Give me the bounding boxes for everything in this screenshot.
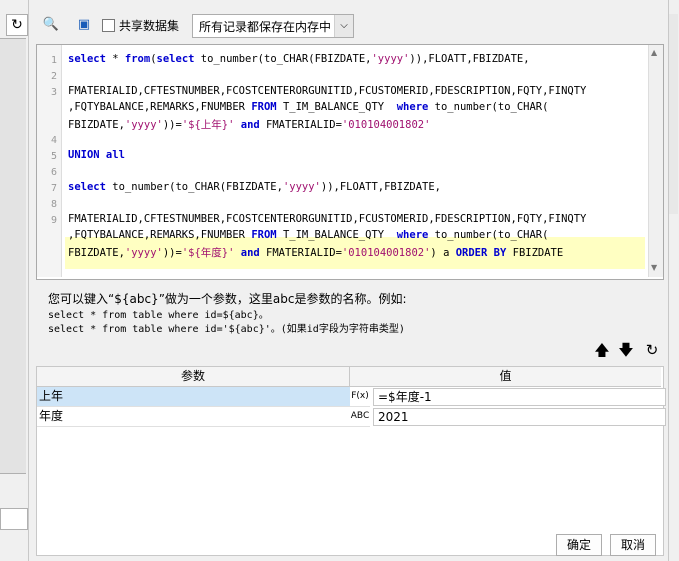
cache-mode-value: 所有记录都保存在内存中 <box>199 20 332 34</box>
dataset-list[interactable] <box>0 38 26 474</box>
line-number: 8 <box>50 199 57 210</box>
code-line-3b: ,FQTYBALANCE,REMARKS,FNUMBER FROM T_IM_B… <box>68 101 549 113</box>
code-line-7: select to_number(to_CHAR(FBIZDATE,'yyyy'… <box>68 181 441 193</box>
text-type-icon[interactable]: ABC <box>350 407 370 427</box>
code-line-1: select * from(select to_number(to_CHAR(F… <box>68 53 530 65</box>
line-number: 5 <box>50 151 57 162</box>
code-line-9c: FBIZDATE,'yyyy'))='${年度}' and FMATERIALI… <box>68 247 564 259</box>
cancel-button[interactable]: 取消 <box>610 534 656 556</box>
arrow-up-icon[interactable]: 🡅 <box>593 340 611 360</box>
scroll-up-icon[interactable]: ▲ <box>651 48 657 57</box>
column-header-value: 值 <box>350 367 661 387</box>
code-line-5: UNION all <box>68 149 125 161</box>
line-number: 3 <box>50 87 57 98</box>
table-row[interactable]: 年度 ABC 2021 <box>37 407 666 427</box>
hint-line-3: select * from table where id='${abc}'。(如… <box>48 324 405 335</box>
code-line-3c: FBIZDATE,'yyyy'))='${上年}' and FMATERIALI… <box>68 119 431 131</box>
line-number: 4 <box>50 135 57 146</box>
column-header-param: 参数 <box>37 367 350 387</box>
ok-button[interactable]: 确定 <box>556 534 602 556</box>
outer-scrollbar[interactable] <box>669 14 678 214</box>
line-number: 6 <box>50 167 57 178</box>
chevron-down-icon[interactable]: ⌵ <box>334 15 353 37</box>
formula-icon[interactable]: F(x) <box>350 387 370 407</box>
share-dataset-label: 共享数据集 <box>119 19 180 33</box>
editor-scrollbar[interactable]: ▲ ▼ <box>648 45 663 277</box>
print-preview-icon[interactable]: 🔍 <box>42 16 60 34</box>
code-line-9b: ,FQTYBALANCE,REMARKS,FNUMBER FROM T_IM_B… <box>68 229 549 241</box>
left-bottom-field[interactable] <box>0 508 28 530</box>
hint-line-2: select * from table where id=${abc}。 <box>48 310 269 321</box>
param-name-cell[interactable]: 上年 <box>37 387 351 407</box>
line-number: 7 <box>50 183 57 194</box>
line-number: 2 <box>50 71 57 82</box>
line-number: 9 <box>50 215 57 226</box>
param-value-input[interactable]: =$年度-1 <box>373 388 666 406</box>
share-dataset-checkbox[interactable] <box>102 19 115 32</box>
refresh-icon[interactable]: ↻ <box>643 340 661 360</box>
refresh-icon[interactable]: ↻ <box>6 14 28 36</box>
code-line-9a: FMATERIALID,CFTESTNUMBER,FCOSTCENTERORGU… <box>68 213 587 225</box>
scroll-down-icon[interactable]: ▼ <box>651 263 657 272</box>
hint-line-1: 您可以键入“${abc}”做为一个参数，这里abc是参数的名称。例如: <box>48 292 407 306</box>
arrow-down-icon[interactable]: 🡇 <box>617 340 635 360</box>
code-lines: 1 2 3 4 5 6 7 8 9 select * from(select t… <box>37 45 649 277</box>
save-icon[interactable]: ▣ <box>75 16 93 34</box>
table-row[interactable]: 上年 F(x) =$年度-1 <box>37 387 666 407</box>
parameter-table: 参数 值 上年 F(x) =$年度-1 年度 ABC 2021 <box>36 366 666 556</box>
code-line-3a: FMATERIALID,CFTESTNUMBER,FCOSTCENTERORGU… <box>68 85 587 97</box>
sql-editor[interactable]: 1 2 3 4 5 6 7 8 9 select * from(select t… <box>36 44 664 280</box>
line-number: 1 <box>50 55 57 66</box>
cache-mode-select[interactable]: 所有记录都保存在内存中 ⌵ <box>192 14 354 38</box>
param-name-cell[interactable]: 年度 <box>37 407 351 427</box>
param-value-input[interactable]: 2021 <box>373 408 666 426</box>
